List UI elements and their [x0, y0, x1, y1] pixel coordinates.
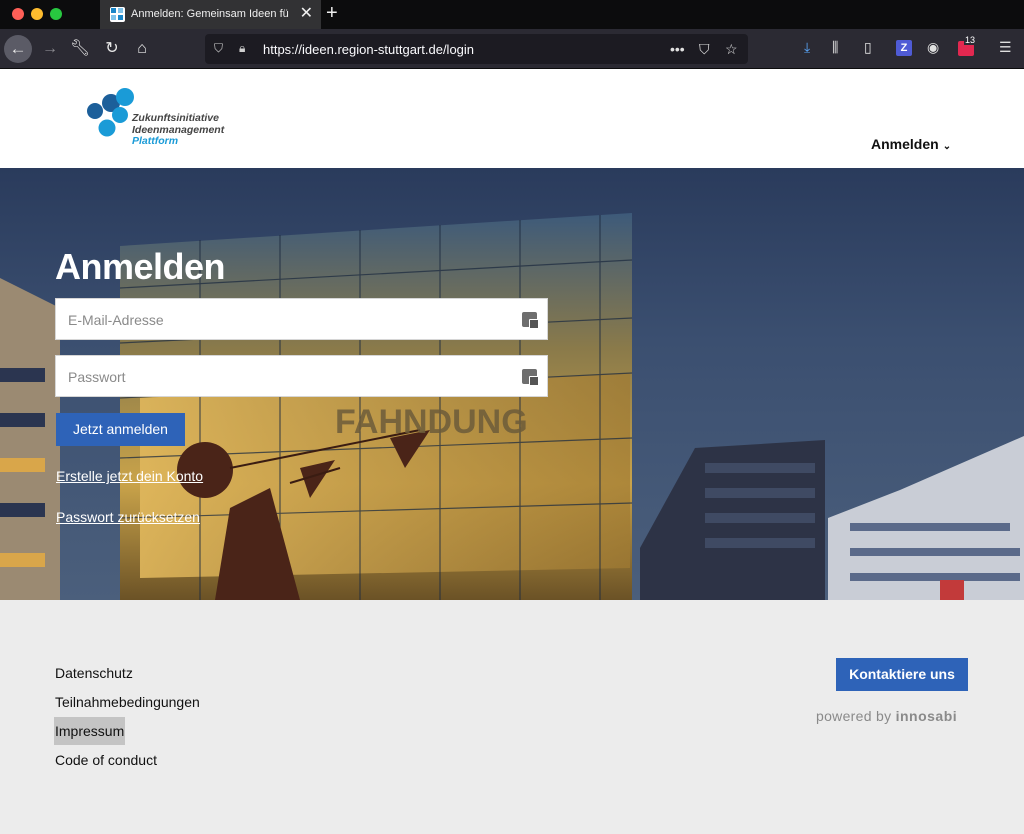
password-manager-icon[interactable] — [522, 312, 539, 329]
tracking-shield-icon[interactable]: ⛉ — [214, 41, 223, 56]
password-placeholder: Passwort — [68, 369, 126, 385]
reset-password-link[interactable]: Passwort zurücksetzen — [56, 509, 200, 525]
new-tab-icon[interactable]: + — [326, 3, 338, 23]
tools-wrench-icon[interactable]: 🔧︎ — [67, 36, 93, 62]
logo-line-3: Plattform — [132, 135, 179, 147]
create-account-link[interactable]: Erstelle jetzt dein Konto — [56, 468, 203, 484]
browser-tab-active[interactable]: Anmelden: Gemeinsam Ideen fü ✕ — [100, 0, 321, 29]
logo-text: Zukunftsinitiative Ideenmanagement Platt… — [132, 112, 224, 148]
site-favicon-icon — [110, 7, 125, 22]
password-field[interactable]: Passwort — [55, 355, 548, 397]
site-logo[interactable]: Zukunftsinitiative Ideenmanagement Platt… — [85, 87, 245, 157]
building-sign-text: FAHNDUNG — [335, 403, 528, 441]
url-text[interactable]: https://ideen.region-stuttgart.de/login — [263, 42, 474, 57]
sidebar-icon[interactable]: ▯ — [864, 38, 872, 56]
account-icon[interactable]: ◉ — [927, 38, 939, 56]
pocket-icon[interactable]: ⛉ — [699, 40, 710, 58]
app-menu-icon[interactable]: ☰ — [999, 38, 1012, 56]
footer-link-teilnahmebedingungen[interactable]: Teilnahmebedingungen — [55, 694, 200, 710]
zotero-extension-icon[interactable]: Z — [896, 40, 912, 56]
downloads-icon[interactable]: ⤓ — [804, 38, 810, 56]
chevron-down-icon: ⌄ — [942, 141, 952, 152]
header-login-label: Anmelden — [871, 136, 939, 152]
footer-link-code-of-conduct[interactable]: Code of conduct — [55, 752, 157, 768]
back-arrow-icon[interactable]: ← — [4, 35, 32, 63]
site-header: Zukunftsinitiative Ideenmanagement Platt… — [0, 69, 1024, 168]
vendor-logo: innosabi — [895, 708, 958, 724]
password-manager-icon[interactable] — [522, 369, 539, 386]
site-footer: Datenschutz Teilnahmebedingungen Impress… — [0, 600, 1024, 834]
powered-by-label: powered by — [816, 708, 892, 724]
forward-arrow-icon[interactable]: → — [37, 36, 63, 62]
powered-by-text[interactable]: powered by innosabi — [816, 708, 957, 724]
extension-badge-count: 13 — [964, 35, 977, 45]
address-bar[interactable]: ⛉ 🔒︎ https://ideen.region-stuttgart.de/l… — [205, 34, 748, 64]
window-zoom-button[interactable] — [50, 8, 62, 20]
login-title: Anmelden — [55, 246, 226, 287]
login-submit-button[interactable]: Jetzt anmelden — [56, 413, 185, 446]
browser-nav-bar: ← → 🔧︎ ↻ ⌂ ⛉ 🔒︎ https://ideen.region-stu… — [0, 29, 1024, 69]
contact-button[interactable]: Kontaktiere uns — [836, 658, 968, 691]
home-icon[interactable]: ⌂ — [129, 36, 155, 62]
tab-close-icon[interactable]: ✕ — [300, 5, 313, 23]
hero-login-section: FAHNDUNG Anmelden E-Mail-Adresse Passwor… — [0, 168, 1024, 600]
window-minimize-button[interactable] — [31, 8, 43, 20]
page-actions-menu-icon[interactable]: ••• — [670, 40, 685, 58]
bookmark-star-icon[interactable]: ☆ — [725, 40, 738, 58]
footer-link-impressum[interactable]: Impressum — [54, 717, 126, 745]
logo-line-1: Zukunftsinitiative — [132, 112, 219, 124]
email-placeholder: E-Mail-Adresse — [68, 312, 164, 328]
reload-icon[interactable]: ↻ — [99, 36, 125, 62]
library-icon[interactable]: ⫼ — [832, 38, 838, 56]
tab-title: Anmelden: Gemeinsam Ideen fü — [131, 8, 289, 20]
footer-link-datenschutz[interactable]: Datenschutz — [55, 665, 133, 681]
window-close-button[interactable] — [12, 8, 24, 20]
email-field[interactable]: E-Mail-Adresse — [55, 298, 548, 340]
lock-icon[interactable]: 🔒︎ — [239, 41, 245, 56]
header-login-menu[interactable]: Anmelden ⌄ — [871, 136, 951, 152]
browser-tab-bar: Anmelden: Gemeinsam Ideen fü ✕ + — [0, 0, 1024, 29]
